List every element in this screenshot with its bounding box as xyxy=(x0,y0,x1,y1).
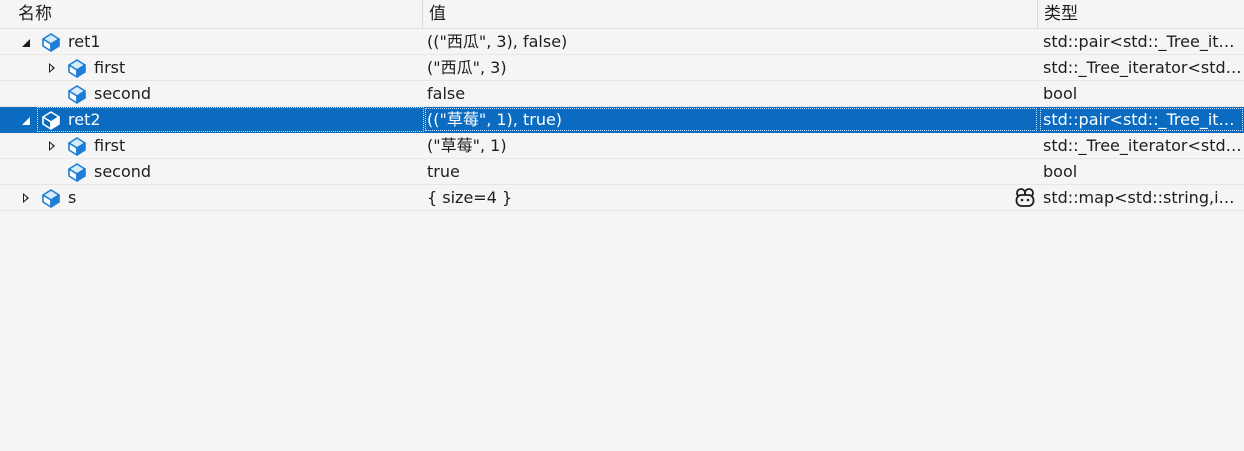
object-icon xyxy=(68,137,86,156)
object-icon xyxy=(68,59,86,78)
variable-type: std::pair<std::_Tree_itera... xyxy=(1043,32,1244,51)
column-header-value[interactable]: 值 xyxy=(423,0,1038,28)
watch-row-ret1-second[interactable]: second false bool xyxy=(0,81,1244,107)
variable-value[interactable]: ("草莓", 1) xyxy=(427,133,1027,158)
triangle-collapsed-icon xyxy=(23,192,29,203)
collapse-toggle[interactable] xyxy=(19,107,33,132)
variable-type: bool xyxy=(1043,162,1078,181)
triangle-collapsed-icon xyxy=(49,140,55,151)
expand-toggle[interactable] xyxy=(45,55,59,80)
watch-row-ret2-second[interactable]: second true bool xyxy=(0,159,1244,185)
watch-row-s[interactable]: s { size=4 } std::map<std::string,int,..… xyxy=(0,185,1244,211)
variable-name: first xyxy=(94,136,126,155)
variable-value[interactable]: ("西瓜", 3) xyxy=(427,55,1027,80)
variable-value[interactable]: true xyxy=(427,159,1027,184)
variable-type: std::pair<std::_Tree_itera... xyxy=(1039,107,1244,132)
expand-toggle[interactable] xyxy=(19,185,33,210)
variable-value[interactable]: (("草莓", 1), true) xyxy=(424,107,1038,132)
variable-type: std::_Tree_iterator<std::_... xyxy=(1043,58,1244,77)
variable-name: ret1 xyxy=(68,32,101,51)
variable-type: std::map<std::string,int,... xyxy=(1043,188,1244,207)
object-icon xyxy=(42,111,60,130)
variable-value[interactable]: (("西瓜", 3), false) xyxy=(427,29,1027,54)
object-icon xyxy=(42,33,60,52)
watch-window: 名称 值 类型 ret1 (("西瓜", 3), false) std::pai… xyxy=(0,0,1244,451)
watch-row-ret1[interactable]: ret1 (("西瓜", 3), false) std::pair<std::_… xyxy=(0,29,1244,55)
variable-type: bool xyxy=(1043,84,1078,103)
object-icon xyxy=(42,189,60,208)
expand-toggle[interactable] xyxy=(45,133,59,158)
triangle-expanded-icon xyxy=(22,116,30,125)
variable-name: first xyxy=(94,58,126,77)
variable-type: std::_Tree_iterator<std::_... xyxy=(1043,136,1244,155)
variable-value[interactable]: { size=4 } xyxy=(427,185,1027,210)
visualizer-icon[interactable] xyxy=(1014,187,1036,209)
object-icon xyxy=(68,85,86,104)
variable-name: s xyxy=(68,188,77,207)
watch-row-ret1-first[interactable]: first ("西瓜", 3) std::_Tree_iterator<std:… xyxy=(0,55,1244,81)
variable-name: ret2 xyxy=(68,110,101,129)
watch-row-ret2-first[interactable]: first ("草莓", 1) std::_Tree_iterator<std:… xyxy=(0,133,1244,159)
collapse-toggle[interactable] xyxy=(19,29,33,54)
triangle-collapsed-icon xyxy=(49,62,55,73)
column-header-bar: 名称 值 类型 xyxy=(0,0,1244,29)
column-header-name[interactable]: 名称 xyxy=(12,0,423,28)
watch-rows: ret1 (("西瓜", 3), false) std::pair<std::_… xyxy=(0,29,1244,211)
column-header-type[interactable]: 类型 xyxy=(1038,0,1244,28)
object-icon xyxy=(68,163,86,182)
watch-row-ret2[interactable]: ret2 (("草莓", 1), true) std::pair<std::_T… xyxy=(0,107,1244,133)
variable-name: second xyxy=(94,162,152,181)
variable-name: second xyxy=(94,84,152,103)
variable-value[interactable]: false xyxy=(427,81,1027,106)
triangle-expanded-icon xyxy=(22,38,30,47)
